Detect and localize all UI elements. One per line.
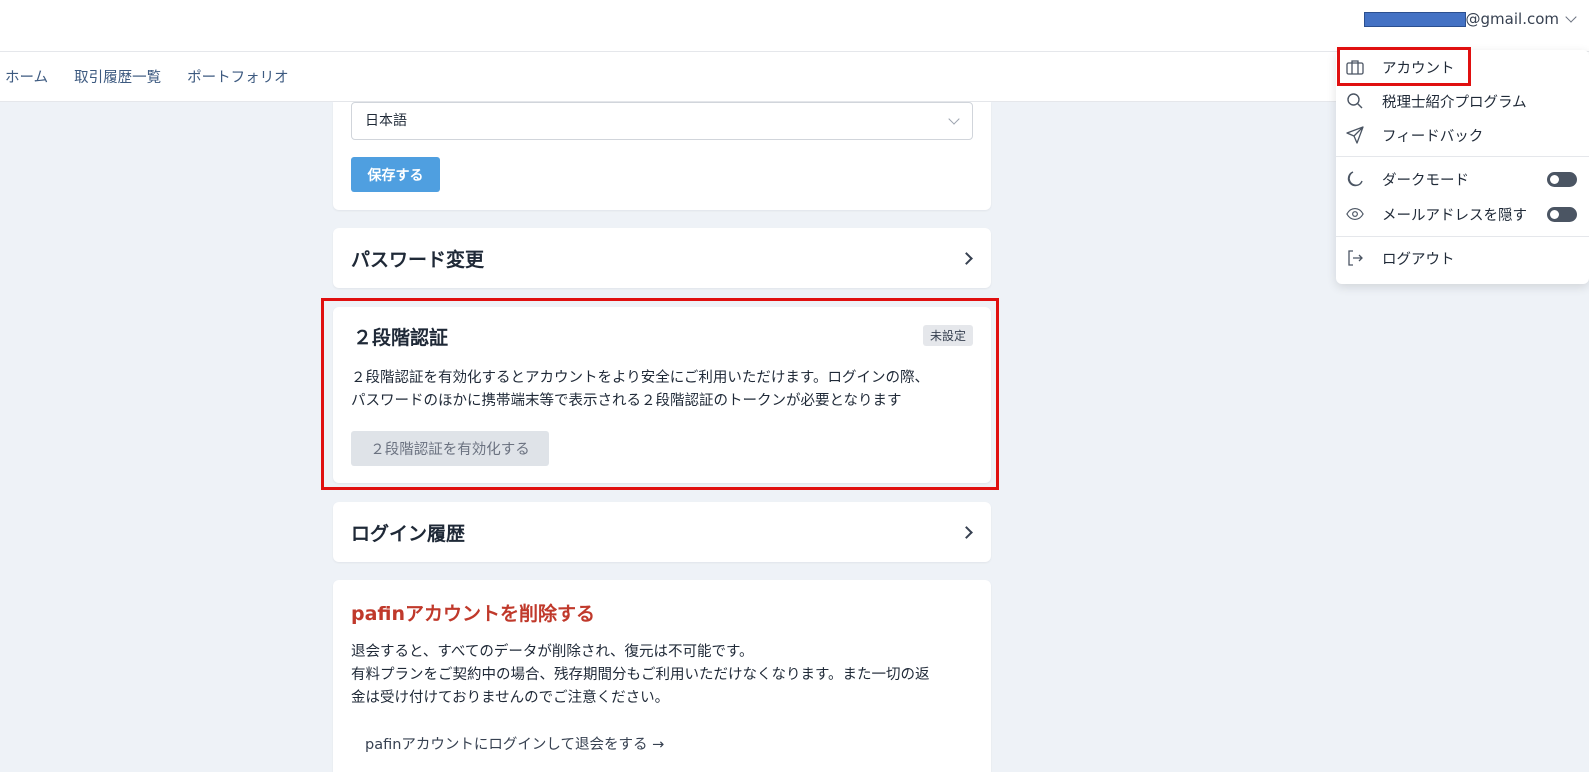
highlight-box-account (1337, 47, 1471, 86)
top-bar: @gmail.com (0, 0, 1589, 52)
menu-item-hide-email-label: メールアドレスを隠す (1382, 207, 1527, 224)
dark-mode-toggle[interactable] (1547, 171, 1577, 187)
chevron-right-icon (960, 525, 973, 539)
delete-account-card: pafinアカウントを削除する 退会すると、すべてのデータが削除され、復元は不可… (333, 580, 991, 772)
password-change-row[interactable]: パスワード変更 (333, 228, 991, 288)
search-icon (1346, 92, 1364, 110)
menu-item-logout-label: ログアウト (1382, 251, 1455, 268)
delete-desc-line3: 金は受け付けておりませんのでご注意ください。 (351, 690, 670, 706)
account-email-menu[interactable]: @gmail.com (1363, 8, 1577, 30)
nav-home[interactable]: ホーム (5, 66, 48, 87)
menu-item-logout[interactable]: ログアウト (1336, 242, 1589, 274)
delete-account-link[interactable]: pafinアカウントにログインして退会をする → (365, 733, 664, 754)
menu-item-feedback[interactable]: フィードバック (1336, 119, 1589, 151)
eye-icon (1346, 205, 1364, 223)
menu-divider (1336, 156, 1589, 157)
password-change-title: パスワード変更 (351, 248, 485, 271)
language-settings-card: 日本語 保存する (333, 102, 991, 210)
menu-item-dark-mode[interactable]: ダークモード (1336, 163, 1589, 195)
menu-item-referral[interactable]: 税理士紹介プログラム (1336, 85, 1589, 117)
moon-icon (1346, 170, 1364, 188)
chevron-down-icon (1565, 10, 1577, 23)
delete-account-description: 退会すると、すべてのデータが削除され、復元は不可能です。 有料プランをご契約中の… (351, 641, 973, 710)
nav-portfolio[interactable]: ポートフォリオ (187, 66, 289, 87)
hide-email-toggle[interactable] (1547, 206, 1577, 222)
nav-transactions[interactable]: 取引履歴一覧 (74, 66, 161, 87)
login-history-title: ログイン履歴 (351, 522, 466, 545)
menu-item-dark-mode-label: ダークモード (1382, 172, 1469, 189)
chevron-down-icon (948, 113, 960, 125)
highlight-box-two-factor (321, 298, 999, 490)
menu-item-referral-label: 税理士紹介プログラム (1382, 94, 1527, 111)
language-select[interactable]: 日本語 (351, 102, 973, 140)
login-history-row[interactable]: ログイン履歴 (333, 502, 991, 562)
save-button[interactable]: 保存する (351, 157, 440, 192)
delete-desc-line1: 退会すると、すべてのデータが削除され、復元は不可能です。 (351, 644, 754, 660)
delete-desc-line2: 有料プランをご契約中の場合、残存期間分もご利用いただけなくなります。また一切の返 (351, 667, 930, 683)
menu-item-feedback-label: フィードバック (1382, 128, 1484, 145)
menu-item-hide-email[interactable]: メールアドレスを隠す (1336, 198, 1589, 230)
delete-account-title: pafinアカウントを削除する (351, 603, 596, 625)
language-selected-value: 日本語 (365, 113, 407, 129)
paper-plane-icon (1346, 126, 1364, 144)
redacted-email-block (1363, 11, 1466, 27)
logout-icon (1346, 249, 1364, 267)
chevron-right-icon (960, 251, 973, 265)
menu-divider (1336, 236, 1589, 237)
email-suffix: @gmail.com (1465, 10, 1559, 28)
